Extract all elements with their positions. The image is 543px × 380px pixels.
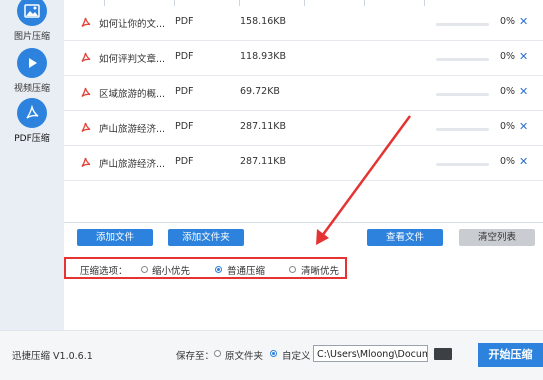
footer: 迅捷压缩 V1.0.6.1 保存至： 原文件夹 自定义 C:\Users\Mlo… <box>0 330 543 380</box>
file-type: PDF <box>175 86 194 97</box>
progress-percent: 0% <box>500 51 516 62</box>
save-to-label: 保存至： <box>176 351 215 362</box>
progress-percent: 0% <box>500 86 516 97</box>
file-type: PDF <box>175 16 194 27</box>
remove-file-icon[interactable]: ✕ <box>519 15 528 28</box>
pdf-file-icon <box>80 17 91 31</box>
file-name: 庐山旅游经济... <box>99 159 166 170</box>
sidebar-item-label: 视频压缩 <box>13 84 50 94</box>
version-label: 迅捷压缩 V1.0.6.1 <box>12 351 93 362</box>
pdf-file-icon <box>80 122 91 136</box>
remove-file-icon[interactable]: ✕ <box>519 85 528 98</box>
file-size: 118.93KB <box>240 51 286 62</box>
clear-list-button[interactable]: 清空列表 <box>459 229 535 246</box>
file-name: 区域旅游的概... <box>99 89 166 100</box>
file-size: 287.11KB <box>240 121 286 132</box>
progress-percent: 0% <box>500 16 516 27</box>
sidebar-item-pdf-compress[interactable]: PDF压缩 <box>0 98 64 144</box>
progress-percent: 0% <box>500 156 516 167</box>
sidebar-item-video-compress[interactable]: 视频压缩 <box>0 48 64 94</box>
progress-percent: 0% <box>500 121 516 132</box>
file-type: PDF <box>175 51 194 62</box>
radio-normal-compress[interactable] <box>215 266 222 273</box>
save-path-input[interactable]: C:\Users\Mloong\Docume <box>313 345 428 362</box>
image-icon <box>17 0 47 26</box>
sidebar-item-image-compress[interactable]: 图片压缩 <box>0 0 64 42</box>
pdf-icon <box>17 98 47 128</box>
file-size: 158.16KB <box>240 16 286 27</box>
file-name: 如何评判文章... <box>99 54 166 65</box>
file-size: 69.72KB <box>240 86 280 97</box>
progress-bar <box>436 58 489 61</box>
pdf-file-icon <box>80 87 91 101</box>
compress-options: 压缩选项： 缩小优先 普通压缩 清晰优先 <box>64 257 347 279</box>
sidebar-item-label: PDF压缩 <box>14 134 50 144</box>
add-folder-button[interactable]: 添加文件夹 <box>168 229 244 246</box>
table-row[interactable]: 区域旅游的概... PDF 69.72KB 0% ✕ <box>64 76 543 111</box>
sidebar: 图片压缩 视频压缩 PDF压缩 <box>0 0 64 330</box>
start-compress-button[interactable]: 开始压缩 <box>478 343 543 367</box>
radio-original-folder[interactable] <box>214 350 221 357</box>
progress-bar <box>436 163 489 166</box>
option-label: 普通压缩 <box>227 266 266 277</box>
table-row[interactable]: 如何评判文章... PDF 118.93KB 0% ✕ <box>64 41 543 76</box>
option-label: 缩小优先 <box>152 266 191 277</box>
play-icon <box>17 48 47 78</box>
browse-folder-button[interactable] <box>434 348 452 360</box>
pdf-file-icon <box>80 52 91 66</box>
radio-clarity-priority[interactable] <box>289 266 296 273</box>
remove-file-icon[interactable]: ✕ <box>519 50 528 63</box>
view-file-button[interactable]: 查看文件 <box>367 229 443 246</box>
radio-custom-folder[interactable] <box>270 350 277 357</box>
save-option-label: 自定义 <box>282 351 311 362</box>
add-file-button[interactable]: 添加文件 <box>77 229 153 246</box>
save-option-label: 原文件夹 <box>225 351 264 362</box>
compress-options-label: 压缩选项： <box>80 266 128 277</box>
file-type: PDF <box>175 156 194 167</box>
table-row[interactable]: 庐山旅游经济... PDF 287.11KB 0% ✕ <box>64 111 543 146</box>
pdf-file-icon <box>80 157 91 171</box>
file-list: 如何让你的文... PDF 158.16KB 0% ✕ 如何评判文章... PD… <box>64 0 543 223</box>
sidebar-item-label: 图片压缩 <box>13 32 50 42</box>
remove-file-icon[interactable]: ✕ <box>519 155 528 168</box>
radio-shrink-priority[interactable] <box>141 266 148 273</box>
file-type: PDF <box>175 121 194 132</box>
progress-bar <box>436 23 489 26</box>
file-name: 庐山旅游经济... <box>99 124 166 135</box>
progress-bar <box>436 128 489 131</box>
file-name: 如何让你的文... <box>99 19 166 30</box>
file-size: 287.11KB <box>240 156 286 167</box>
table-row[interactable]: 如何让你的文... PDF 158.16KB 0% ✕ <box>64 6 543 41</box>
option-label: 清晰优先 <box>301 266 340 277</box>
table-row[interactable]: 庐山旅游经济... PDF 287.11KB 0% ✕ <box>64 146 543 181</box>
progress-bar <box>436 93 489 96</box>
remove-file-icon[interactable]: ✕ <box>519 120 528 133</box>
